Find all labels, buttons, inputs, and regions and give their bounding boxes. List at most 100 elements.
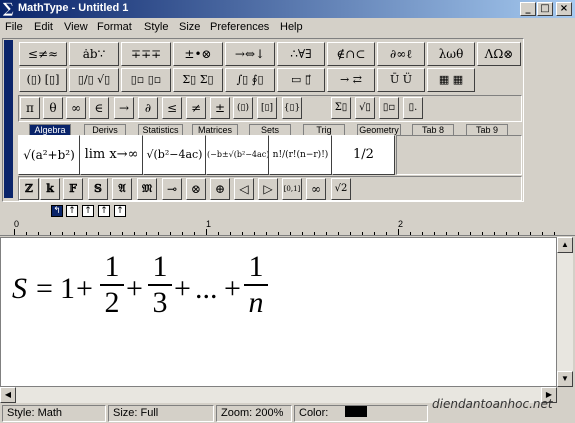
vertical-scrollbar[interactable]: ▲ ▼	[557, 237, 573, 387]
scroll-up-arrow-icon[interactable]: ▲	[557, 237, 573, 253]
palette-summations[interactable]: Σ▯ Σ▯	[173, 68, 223, 92]
maximize-button[interactable]: □	[537, 2, 553, 16]
palette-matrices[interactable]: ▦ ▦	[427, 68, 475, 92]
symbol-sqrt2[interactable]: √2	[331, 178, 351, 200]
symbol-sqrt[interactable]: √▯	[355, 97, 375, 119]
ruler-tick	[338, 232, 339, 235]
template-half[interactable]: 1/2	[332, 135, 395, 175]
palette-labeled-arrows[interactable]: → ⇄	[327, 68, 375, 92]
symbol-oplus[interactable]: ⊕	[210, 178, 230, 200]
ruler-tick	[482, 232, 483, 235]
symbol-infinity-2[interactable]: ∞	[306, 178, 326, 200]
menu-edit[interactable]: Edit	[34, 21, 53, 33]
scroll-left-arrow-icon[interactable]: ◀	[0, 387, 16, 403]
symbol-theta[interactable]: θ	[43, 97, 63, 119]
equation-plus-4: +	[224, 272, 241, 305]
palette-embellishments[interactable]: ∓∓∓	[121, 42, 171, 66]
palette-subscripts[interactable]: ▯▫ ▯▫	[121, 68, 171, 92]
toolbar-grip[interactable]	[4, 40, 13, 198]
title-bar: ∑ MathType - Untitled 1 _ □ ×	[0, 0, 575, 18]
menu-help[interactable]: Help	[280, 21, 303, 33]
ruler-tick	[14, 229, 15, 235]
nav-up-4-button[interactable]: ↑	[114, 205, 126, 217]
scroll-corner	[557, 387, 573, 403]
fraction-one-half: 1 2	[98, 250, 126, 320]
symbol-pi[interactable]: π	[20, 97, 40, 119]
symbol-integers[interactable]: ℤ	[19, 178, 39, 200]
symbol-brackets[interactable]: [▯]	[257, 97, 277, 119]
symbol-subscript[interactable]: ▯.	[403, 97, 423, 119]
symbol-s[interactable]: 𝕊	[88, 178, 108, 200]
symbol-interval[interactable]: [0,1]	[282, 178, 302, 200]
palette-greek-lower[interactable]: λωθ	[427, 42, 475, 66]
menu-preferences[interactable]: Preferences	[210, 21, 269, 33]
symbol-leq[interactable]: ≤	[162, 97, 182, 119]
ruler-tick	[134, 232, 135, 235]
scroll-down-arrow-icon[interactable]: ▼	[557, 371, 573, 387]
symbol-partial[interactable]: ∂	[138, 97, 158, 119]
symbol-superscript[interactable]: ▯▫	[379, 97, 399, 119]
symbol-fraktur-m[interactable]: 𝔐	[137, 178, 157, 200]
fraction-one-over-n: 1 n	[242, 250, 270, 320]
ruler-tick	[446, 232, 447, 235]
ruler-tick	[242, 232, 243, 235]
symbol-braces[interactable]: {▯}	[282, 97, 302, 119]
symbol-neq[interactable]: ≠	[186, 97, 206, 119]
palette-arrows[interactable]: →⇔↓	[225, 42, 275, 66]
ruler-tick	[422, 232, 423, 235]
equation-editor[interactable]	[0, 237, 557, 387]
template-discriminant[interactable]: √(b²−4ac)	[143, 135, 206, 175]
menu-style[interactable]: Style	[144, 21, 168, 33]
symbol-sum[interactable]: Σ▯	[331, 97, 351, 119]
palette-spaces[interactable]: ȧb∵	[69, 42, 119, 66]
symbol-otimes[interactable]: ⊗	[186, 178, 206, 200]
ruler-tick	[410, 232, 411, 235]
symbol-k[interactable]: 𝕜	[40, 178, 60, 200]
template-quadratic[interactable]: (−b±√(b²−4ac))/2a	[206, 135, 269, 175]
close-button[interactable]: ×	[556, 2, 572, 16]
palette-greek-upper[interactable]: ΛΩ⊗	[477, 42, 521, 66]
symbol-triangle-right[interactable]: ▷	[258, 178, 278, 200]
template-limit[interactable]: lim x→∞	[80, 135, 143, 175]
symbol-fraktur-a[interactable]: 𝔄	[112, 178, 132, 200]
palette-logic[interactable]: ∴∀∃	[277, 42, 325, 66]
symbol-plusminus[interactable]: ±	[210, 97, 230, 119]
menu-file[interactable]: File	[5, 21, 23, 33]
status-size: Size: Full	[108, 405, 214, 422]
ruler-tick	[554, 232, 555, 235]
symbol-triangle-left[interactable]: ◁	[234, 178, 254, 200]
color-swatch	[345, 406, 367, 417]
ruler[interactable]: 0 1 2	[0, 218, 575, 236]
symbol-element-of[interactable]: ∈	[89, 97, 109, 119]
symbol-field[interactable]: 𝔽	[63, 178, 83, 200]
palette-misc[interactable]: ∂∞ℓ	[377, 42, 425, 66]
template-combination[interactable]: n!/(r!(n−r)!)	[269, 135, 332, 175]
ruler-tick	[62, 232, 63, 235]
menu-size[interactable]: Size	[179, 21, 200, 33]
ruler-tick	[518, 232, 519, 235]
palette-operators[interactable]: ±•⊗	[173, 42, 223, 66]
palette-fractions-radicals[interactable]: ▯/▯ √▯	[69, 68, 119, 92]
palette-sets[interactable]: ∉∩⊂	[327, 42, 375, 66]
palette-relations[interactable]: ≤≠≈	[19, 42, 67, 66]
equation-term-one: 1	[60, 272, 75, 305]
menu-view[interactable]: View	[64, 21, 88, 33]
palette-integrals[interactable]: ∫▯ ∮▯	[225, 68, 275, 92]
palette-fences[interactable]: (▯) [▯]	[19, 68, 67, 92]
nav-up-1-button[interactable]: ↑	[66, 205, 78, 217]
nav-up-2-button[interactable]: ↑	[82, 205, 94, 217]
symbol-infinity[interactable]: ∞	[66, 97, 86, 119]
nav-up-3-button[interactable]: ↑	[98, 205, 110, 217]
ruler-tick	[530, 232, 531, 235]
menu-format[interactable]: Format	[97, 21, 132, 33]
symbol-multimap[interactable]: ⊸	[162, 178, 182, 200]
palette-products[interactable]: Ū Ü	[377, 68, 425, 92]
symbol-parens[interactable]: (▯)	[233, 97, 253, 119]
template-sqrt-sum[interactable]: √(a²+b²)	[18, 135, 80, 175]
ruler-tick	[302, 232, 303, 235]
nav-home-button[interactable]: ↰	[51, 205, 63, 217]
palette-bars[interactable]: ▭ ▯⃗	[277, 68, 325, 92]
ruler-tick	[434, 232, 435, 235]
symbol-arrow-right[interactable]: →	[114, 97, 134, 119]
minimize-button[interactable]: _	[520, 2, 536, 16]
